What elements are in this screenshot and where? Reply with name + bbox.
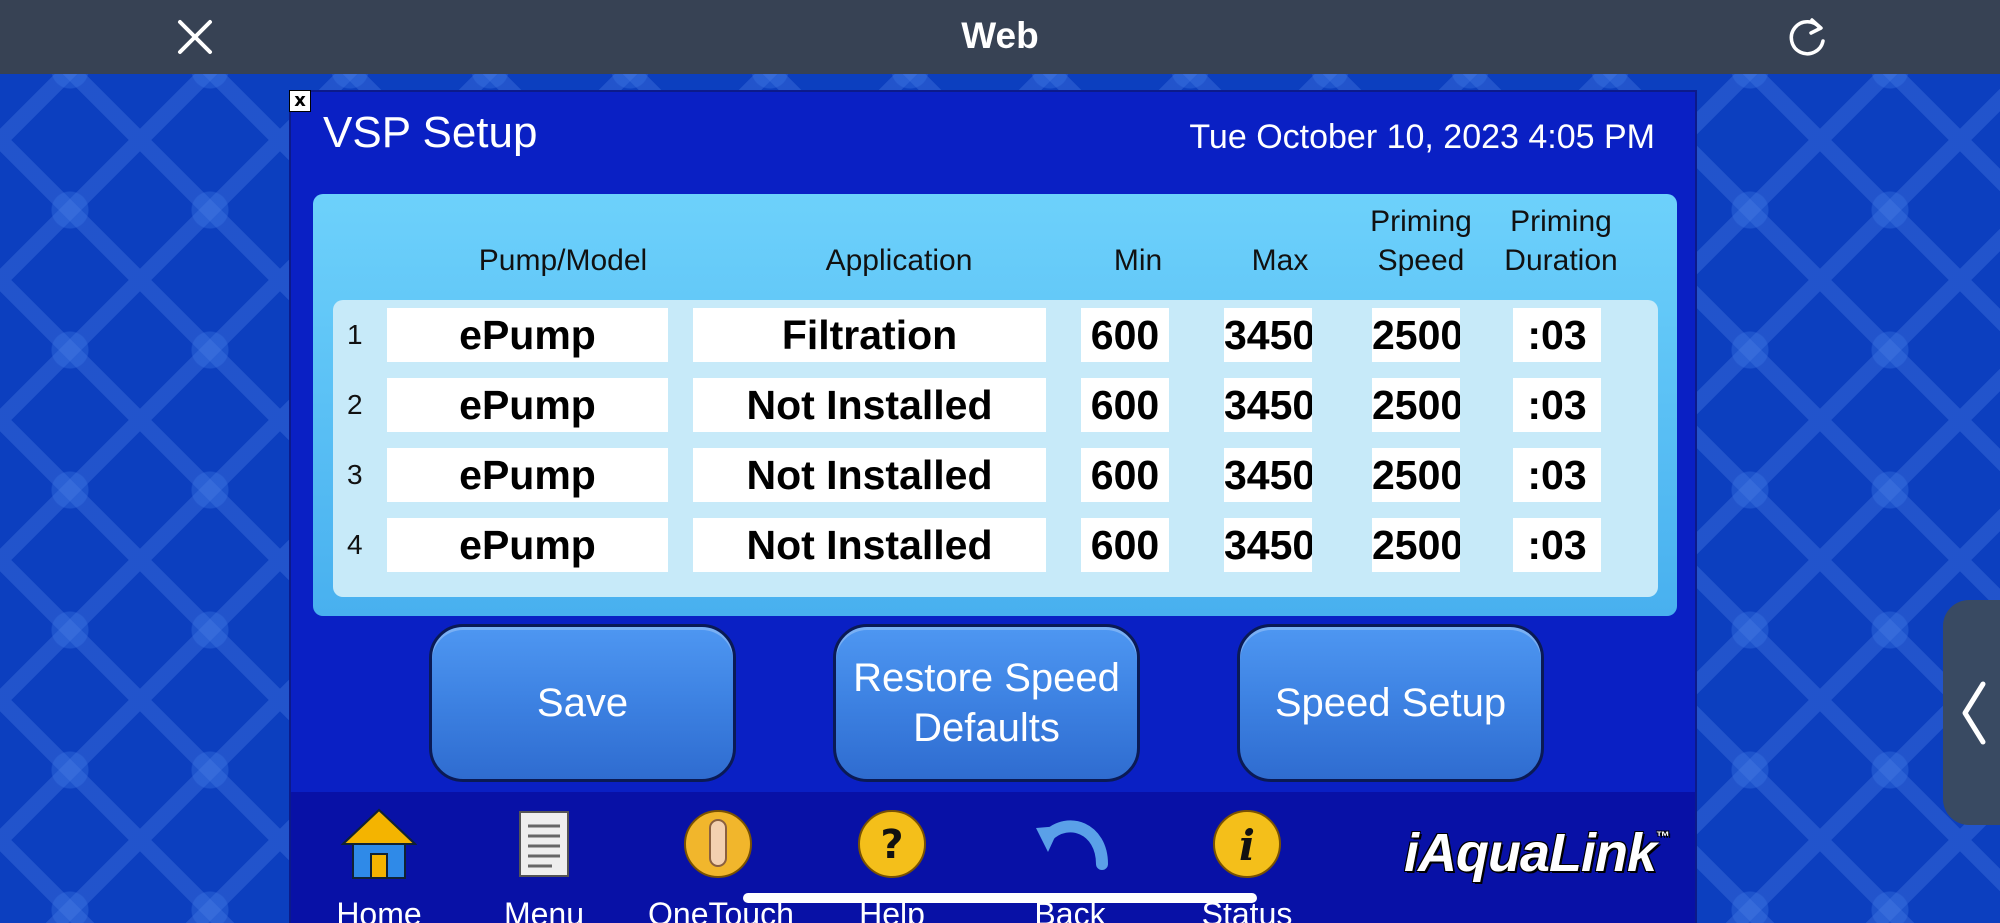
priming-duration-cell[interactable]: :03	[1513, 518, 1601, 572]
row-number: 1	[347, 319, 363, 350]
table-row: 2 ePump Not Installed 600 3450 2500 :03	[333, 378, 1658, 432]
max-speed-cell[interactable]: 3450	[1224, 308, 1312, 362]
date-time: Tue October 10, 2023 4:05 PM	[1189, 118, 1655, 156]
header-priming-speed: Priming Speed	[1370, 205, 1472, 277]
help-icon: ?	[858, 810, 926, 878]
row-number: 4	[347, 529, 363, 560]
top-nav-bar: Web	[0, 0, 2000, 74]
table-row: 3 ePump Not Installed 600 3450 2500 :03	[333, 448, 1658, 502]
priming-duration-cell[interactable]: :03	[1513, 448, 1601, 502]
pump-rows: 1 ePump Filtration 600 3450 2500 :03 2 e…	[333, 300, 1658, 597]
table-row: 1 ePump Filtration 600 3450 2500 :03	[333, 308, 1658, 362]
header-min: Min	[1113, 244, 1163, 277]
header-pump-model: Pump/Model	[478, 244, 648, 277]
header-priming-duration: Priming Duration	[1504, 205, 1618, 277]
back-icon	[1036, 820, 1108, 870]
max-speed-cell[interactable]: 3450	[1224, 448, 1312, 502]
table-row: 4 ePump Not Installed 600 3450 2500 :03	[333, 518, 1658, 572]
application-cell[interactable]: Not Installed	[693, 448, 1046, 502]
nav-title: Web	[961, 15, 1039, 56]
side-panel-tab[interactable]	[1943, 600, 2000, 825]
bottom-toolbar: Home Menu OneTouch ? Help Back i Status …	[291, 792, 1695, 923]
vsp-setup-panel: x VSP Setup Tue October 10, 2023 4:05 PM…	[289, 90, 1697, 923]
min-speed-cell[interactable]: 600	[1081, 308, 1169, 362]
min-speed-cell[interactable]: 600	[1081, 448, 1169, 502]
home-indicator[interactable]	[743, 893, 1257, 903]
header-max: Max	[1251, 244, 1309, 277]
toolbar-label: Menu	[503, 896, 585, 923]
toolbar-back[interactable]: Back	[1000, 804, 1140, 923]
pump-model-cell[interactable]: ePump	[387, 448, 668, 502]
pump-model-cell[interactable]: ePump	[387, 378, 668, 432]
svg-text:?: ?	[880, 822, 903, 868]
toolbar-home[interactable]: Home	[309, 804, 449, 923]
header-application: Application	[825, 244, 973, 277]
max-speed-cell[interactable]: 3450	[1224, 518, 1312, 572]
application-cell[interactable]: Filtration	[693, 308, 1046, 362]
pump-table: Pump/Model Application Min Max Priming S…	[313, 194, 1677, 616]
priming-speed-cell[interactable]: 2500	[1372, 518, 1460, 572]
priming-speed-cell[interactable]: 2500	[1372, 448, 1460, 502]
min-speed-cell[interactable]: 600	[1081, 518, 1169, 572]
pump-model-cell[interactable]: ePump	[387, 308, 668, 362]
restore-speed-defaults-button[interactable]: Restore Speed Defaults	[833, 624, 1140, 782]
save-button[interactable]: Save	[429, 624, 736, 782]
iaqualink-logo: iAquaLink™	[1404, 823, 1670, 883]
panel-close-button[interactable]: x	[289, 90, 311, 112]
chevron-left-icon	[1962, 681, 1986, 745]
toolbar-help[interactable]: ? Help	[822, 804, 962, 923]
priming-duration-cell[interactable]: :03	[1513, 308, 1601, 362]
page-title: VSP Setup	[323, 108, 538, 157]
menu-icon	[519, 811, 569, 877]
priming-speed-cell[interactable]: 2500	[1372, 308, 1460, 362]
toolbar-label: Home	[336, 896, 422, 923]
home-icon	[341, 808, 417, 879]
pump-model-cell[interactable]: ePump	[387, 518, 668, 572]
status-icon: i	[1213, 810, 1281, 878]
row-number: 3	[347, 459, 363, 490]
application-cell[interactable]: Not Installed	[693, 518, 1046, 572]
svg-text:i: i	[1239, 821, 1255, 870]
toolbar-menu[interactable]: Menu	[474, 804, 614, 923]
toolbar-onetouch[interactable]: OneTouch	[648, 804, 794, 923]
speed-setup-button[interactable]: Speed Setup	[1237, 624, 1544, 782]
priming-speed-cell[interactable]: 2500	[1372, 378, 1460, 432]
max-speed-cell[interactable]: 3450	[1224, 378, 1312, 432]
priming-duration-cell[interactable]: :03	[1513, 378, 1601, 432]
onetouch-icon	[684, 810, 752, 878]
row-number: 2	[347, 389, 363, 420]
application-cell[interactable]: Not Installed	[693, 378, 1046, 432]
min-speed-cell[interactable]: 600	[1081, 378, 1169, 432]
toolbar-status[interactable]: i Status	[1177, 804, 1317, 923]
reload-icon[interactable]	[1780, 10, 1834, 64]
